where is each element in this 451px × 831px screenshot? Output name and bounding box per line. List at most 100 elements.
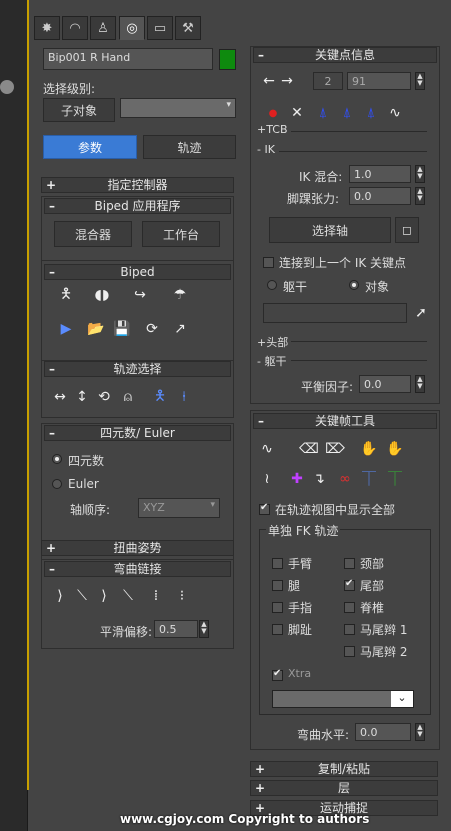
xtra-dropdown[interactable]: ⌄ <box>272 690 414 708</box>
refresh-icon[interactable]: ⟳ <box>142 319 162 339</box>
clear-all-animation-icon[interactable]: ⌦ <box>325 439 345 459</box>
mixer-mode-icon[interactable]: ☂ <box>170 285 190 305</box>
modify-tab-curve-icon[interactable]: ◠ <box>62 16 88 40</box>
delete-key-icon[interactable]: ✕ <box>287 103 307 123</box>
join-prev-ik-checkbox[interactable] <box>263 257 274 268</box>
xtra-checkbox[interactable] <box>272 668 283 681</box>
figure-mode-icon[interactable]: 🯅 <box>56 285 76 305</box>
balance-spinner[interactable]: ▲ ▼ <box>415 375 425 393</box>
biped-apps-header[interactable]: – Biped 应用程序 <box>44 198 231 214</box>
copy-paste-header[interactable]: + 复制/粘贴 <box>250 761 438 777</box>
open-file-icon[interactable]: 📂 <box>86 319 106 339</box>
track-selection-header[interactable]: – 轨迹选择 <box>44 361 231 377</box>
head-section[interactable]: +头部 <box>257 334 288 350</box>
params-mode-button[interactable]: 参数 <box>43 135 137 159</box>
anim-layer-icon[interactable]: ≀ <box>257 469 277 489</box>
key-info-header[interactable]: – 关键点信息 <box>253 47 437 63</box>
bend-links-header[interactable]: – 弯曲链接 <box>44 561 231 577</box>
set-key-arrow-icon[interactable]: ↴ <box>309 469 329 489</box>
twist-individual-icon[interactable]: ⟩ <box>94 586 114 606</box>
object-radio[interactable] <box>349 280 359 290</box>
ik-blend-field[interactable]: 1.0 <box>349 165 411 183</box>
set-parent-icon[interactable]: ✚ <box>287 469 307 489</box>
torso-section[interactable]: - 躯干 <box>257 353 286 369</box>
arm-checkbox[interactable] <box>272 558 283 569</box>
set-planted-key-icon[interactable]: ⍋ <box>313 103 333 123</box>
sub-anim-icon[interactable]: ∞ <box>335 469 355 489</box>
rotate-icon[interactable]: ⟲ <box>94 387 114 407</box>
utilities-tab-hammer-icon[interactable]: ⚒ <box>175 16 201 40</box>
biped-header[interactable]: – Biped <box>44 264 231 280</box>
prev-key-icon[interactable]: ← <box>259 71 279 91</box>
ik-key-icon[interactable]: ⏉ <box>359 469 379 489</box>
link-icon[interactable]: ↗ <box>170 319 190 339</box>
neck-checkbox[interactable] <box>344 558 355 569</box>
zero-twist-icon[interactable]: ⁞ <box>146 586 166 606</box>
set-sliding-key-icon[interactable]: ⍋ <box>337 103 357 123</box>
toes-checkbox[interactable] <box>272 624 283 635</box>
ponytail2-checkbox[interactable] <box>344 646 355 657</box>
body-radio[interactable] <box>267 280 277 290</box>
euler-radio[interactable] <box>52 479 62 489</box>
object-name-field[interactable]: Bip001 R Hand <box>43 48 213 70</box>
leg-checkbox[interactable] <box>272 580 283 591</box>
ik-section[interactable]: - IK <box>257 143 275 156</box>
next-key-icon[interactable]: → <box>277 71 297 91</box>
track-mode-button[interactable]: 轨迹 <box>143 135 236 159</box>
save-file-icon[interactable]: 💾 <box>112 319 132 339</box>
lateral-move-icon[interactable]: ↔ <box>50 387 70 407</box>
ik-object-field[interactable] <box>263 303 407 323</box>
workbench-button[interactable]: 工作台 <box>142 221 220 247</box>
quaternion-radio[interactable] <box>52 454 62 464</box>
mirror-icon[interactable]: ✋ <box>359 439 379 459</box>
show-all-in-trackview-checkbox[interactable] <box>259 502 270 515</box>
set-multiple-keys-icon[interactable]: ∿ <box>257 439 277 459</box>
hierarchy-tab-icon[interactable]: ♙ <box>90 16 116 40</box>
tail-checkbox[interactable] <box>344 578 355 591</box>
pivot-toggle-square-icon[interactable]: ◻ <box>395 217 419 243</box>
ankle-tension-field[interactable]: 0.0 <box>349 187 411 205</box>
bend-horizontal-spinner[interactable]: ▲ ▼ <box>415 723 425 741</box>
frame-field[interactable]: 91 <box>347 72 411 90</box>
quaternion-euler-header[interactable]: – 四元数/ Euler <box>44 425 231 441</box>
smooth-bias-field[interactable]: 0.5 <box>154 620 198 638</box>
vertical-move-icon[interactable]: ↕ <box>72 387 92 407</box>
set-key-icon[interactable]: ● <box>263 103 283 123</box>
pick-object-arrow-icon[interactable]: ➚ <box>411 303 431 323</box>
balance-field[interactable]: 0.0 <box>359 375 411 393</box>
bend-horizontal-field[interactable]: 0.0 <box>355 723 411 741</box>
keyframing-tools-header[interactable]: – 关键帧工具 <box>253 413 437 429</box>
object-color-swatch[interactable] <box>219 49 236 70</box>
mixer-button[interactable]: 混合器 <box>54 221 132 247</box>
spine-checkbox[interactable] <box>344 602 355 613</box>
assign-controller-header[interactable]: + 指定控制器 <box>41 177 234 193</box>
layers-header[interactable]: + 层 <box>250 780 438 796</box>
ankle-tension-spinner[interactable]: ▲ ▼ <box>415 187 425 205</box>
zero-all-icon[interactable]: ⁝ <box>172 586 192 606</box>
mirror-in-place-icon[interactable]: ✋ <box>385 439 405 459</box>
axis-order-dropdown[interactable]: XYZ ▾ <box>138 498 220 518</box>
twist-links-mode-icon[interactable]: ⟍ <box>72 586 92 606</box>
ponytail1-checkbox[interactable] <box>344 624 355 635</box>
trajectory-icon[interactable]: ∿ <box>385 103 405 123</box>
sub-object-button[interactable]: 子对象 <box>43 98 115 122</box>
symmetry-icon[interactable]: 🯅 <box>150 387 170 407</box>
set-free-key-icon[interactable]: ⍋ <box>361 103 381 123</box>
body-icon[interactable]: ⍝ <box>118 387 138 407</box>
anchor-icon[interactable]: ⏉ <box>385 469 405 489</box>
select-pivot-button[interactable]: 选择轴 <box>269 217 391 243</box>
selection-level-dropdown[interactable]: ▾ <box>120 98 236 118</box>
display-tab-icon[interactable]: ▭ <box>147 16 173 40</box>
opposite-icon[interactable]: ⍿ <box>174 387 194 407</box>
footstep-mode-icon[interactable]: ◖◗ <box>92 285 112 305</box>
ik-blend-spinner[interactable]: ▲ ▼ <box>415 165 425 183</box>
fingers-checkbox[interactable] <box>272 602 283 613</box>
tcb-section[interactable]: +TCB <box>257 123 288 136</box>
bend-links-mode-icon[interactable]: ⟩ <box>50 586 70 606</box>
buffer-mode-icon[interactable]: ▶ <box>56 319 76 339</box>
twist-poses-header[interactable]: + 扭曲姿势 <box>41 540 234 556</box>
motion-flow-icon[interactable]: ↪ <box>130 285 150 305</box>
create-tab-sun-icon[interactable]: ✸ <box>34 16 60 40</box>
key-index-field[interactable]: 2 <box>313 72 343 90</box>
motion-tab-icon[interactable]: ◎ <box>119 16 145 40</box>
